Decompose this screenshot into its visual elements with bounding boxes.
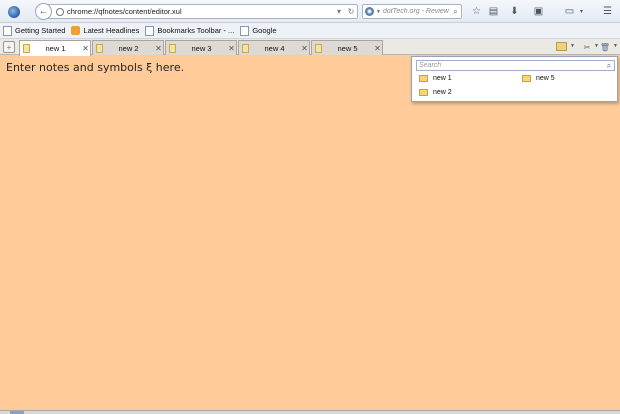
bookmark-getting-started[interactable]: Getting Started — [3, 25, 66, 36]
dropdown-icon[interactable]: ▾ — [333, 7, 345, 16]
addon-icon[interactable]: ▣ — [532, 5, 545, 18]
panel-search-field[interactable]: Search ⌕ — [416, 60, 615, 71]
panel-item-new-2[interactable]: new 2 — [419, 89, 452, 96]
tab-new-2[interactable]: new 2 ✕ — [92, 40, 164, 55]
star-icon[interactable]: ☆ — [470, 5, 483, 18]
note-editor[interactable]: Enter notes and symbols ξ here. — [0, 56, 620, 410]
tab-label: new 2 — [118, 43, 139, 53]
url-bar[interactable]: chrome://qfnotes/content/editor.xul ▾ ↻ — [46, 4, 358, 19]
close-icon[interactable]: ✕ — [227, 44, 236, 53]
folder-icon — [419, 75, 428, 82]
trash-dropdown-icon[interactable]: ▼ — [613, 43, 618, 49]
screen-dropdown-icon[interactable]: ▾ — [575, 5, 588, 18]
note-icon — [242, 43, 249, 53]
panel-item-label: new 2 — [433, 89, 452, 96]
firefox-logo-icon[interactable] — [8, 6, 20, 18]
close-icon[interactable]: ✕ — [154, 44, 163, 53]
url-text[interactable]: chrome://qfnotes/content/editor.xul — [67, 7, 333, 16]
tools-dropdown-icon[interactable]: ▼ — [594, 43, 599, 49]
bottom-scrollbar[interactable] — [0, 410, 620, 414]
notes-tab-strip: + new 1 ✕ new 2 ✕ new 3 ✕ new 4 ✕ new 5 … — [0, 39, 620, 56]
tab-new-3[interactable]: new 3 ✕ — [165, 40, 237, 55]
folder-icon — [522, 75, 531, 82]
tab-label: new 4 — [264, 43, 285, 53]
note-icon — [315, 43, 322, 53]
browser-toolbar: chrome://qfnotes/content/editor.xul ▾ ↻ … — [0, 0, 620, 23]
bookmark-label: Latest Headlines — [83, 26, 140, 35]
bookmark-bookmarks-toolbar[interactable]: Bookmarks Toolbar - ... — [145, 25, 235, 36]
search-icon[interactable]: ⌕ — [450, 7, 461, 17]
close-icon[interactable]: ✕ — [373, 44, 382, 53]
bookmarks-bar: Getting Started Latest Headlines Bookmar… — [0, 23, 620, 39]
page-icon — [145, 25, 155, 36]
folder-icon — [419, 89, 428, 96]
save-dropdown-icon[interactable]: ▼ — [570, 43, 575, 49]
search-icon[interactable]: ⌕ — [604, 61, 614, 71]
back-arrow-icon: ← — [38, 6, 49, 17]
plus-icon: + — [6, 42, 12, 52]
panel-search-input[interactable]: Search — [419, 62, 604, 69]
bookmark-latest-headlines[interactable]: Latest Headlines — [71, 26, 139, 35]
bookmark-google[interactable]: Google — [240, 25, 277, 36]
panel-item-new-1[interactable]: new 1 — [419, 75, 452, 82]
bookmark-label: Google — [252, 26, 277, 35]
menu-icon[interactable]: ☰ — [601, 5, 614, 18]
note-icon — [96, 43, 103, 53]
panel-item-label: new 1 — [433, 75, 452, 82]
clipboard-icon[interactable]: ▤ — [487, 5, 500, 18]
note-icon — [169, 43, 176, 53]
globe-icon — [56, 7, 64, 16]
tab-new-5[interactable]: new 5 ✕ — [311, 40, 383, 55]
tab-label: new 5 — [337, 43, 358, 53]
page-icon — [240, 25, 250, 36]
bookmark-label: Getting Started — [15, 26, 66, 35]
back-button[interactable]: ← — [35, 3, 52, 20]
tab-label: new 1 — [45, 44, 66, 53]
rss-icon — [71, 26, 81, 35]
download-icon[interactable]: ⬇ — [508, 5, 521, 18]
new-tab-button[interactable]: + — [3, 41, 15, 53]
search-input[interactable]: dotTech.org - Review — [383, 8, 450, 15]
search-bar[interactable]: ◉ ▼ dotTech.org - Review ⌕ — [362, 4, 462, 19]
tab-new-4[interactable]: new 4 ✕ — [238, 40, 310, 55]
engine-dropdown-icon[interactable]: ▼ — [376, 9, 381, 15]
close-icon[interactable]: ✕ — [300, 44, 309, 53]
tab-new-1[interactable]: new 1 ✕ — [19, 40, 91, 56]
panel-item-new-5[interactable]: new 5 — [522, 75, 555, 82]
trash-icon[interactable]: 🗑 — [600, 42, 610, 52]
panel-item-label: new 5 — [536, 75, 555, 82]
note-icon — [23, 44, 30, 53]
tab-label: new 3 — [191, 43, 212, 53]
save-icon[interactable] — [556, 42, 567, 51]
tools-icon[interactable]: ✂ — [582, 42, 592, 52]
search-engine-icon[interactable]: ◉ — [365, 7, 374, 16]
page-icon — [3, 25, 12, 36]
close-icon[interactable]: ✕ — [81, 44, 90, 53]
notes-search-panel: Search ⌕ new 1 new 5 new 2 — [411, 56, 618, 102]
note-text[interactable]: Enter notes and symbols ξ here. — [6, 61, 184, 74]
reload-icon[interactable]: ↻ — [345, 7, 357, 16]
bookmark-label: Bookmarks Toolbar - ... — [157, 26, 235, 35]
